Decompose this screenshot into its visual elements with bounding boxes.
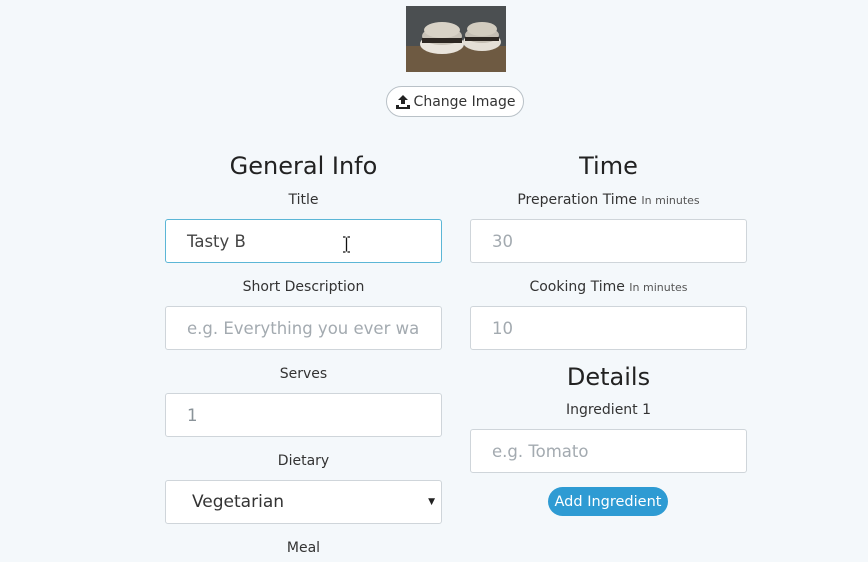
details-heading: Details (566, 363, 651, 391)
serves-input-value: 1 (187, 405, 198, 425)
cooking-time-label-text: Cooking Time (529, 279, 625, 295)
preparation-time-placeholder: 30 (492, 231, 513, 251)
recipe-form-page: Change Image General Info Title Tasty B … (0, 0, 868, 562)
cooking-time-label: Cooking Time In minutes (470, 279, 747, 295)
dietary-select[interactable]: Vegetarian ▼ (165, 480, 442, 524)
caret-down-icon: ▼ (428, 497, 435, 507)
time-heading: Time (579, 152, 638, 180)
change-image-button[interactable]: Change Image (386, 86, 524, 117)
dietary-label: Dietary (277, 453, 330, 469)
cooking-time-placeholder: 10 (492, 318, 513, 338)
ingredient-1-placeholder: e.g. Tomato (492, 441, 589, 461)
recipe-image (406, 6, 506, 72)
preparation-time-label: Preperation Time In minutes (470, 192, 747, 208)
title-label: Title (288, 192, 319, 208)
preparation-time-hint: In minutes (641, 194, 700, 207)
meal-label: Meal (286, 540, 321, 556)
serves-label: Serves (279, 366, 328, 382)
short-description-label: Short Description (242, 279, 365, 295)
title-input[interactable]: Tasty B (165, 219, 442, 263)
text-cursor-icon (342, 236, 351, 253)
preparation-time-label-text: Preperation Time (517, 192, 637, 208)
change-image-label: Change Image (413, 93, 516, 110)
dietary-selected-value: Vegetarian (192, 492, 285, 512)
ingredient-1-input[interactable]: e.g. Tomato (470, 429, 747, 473)
preparation-time-input[interactable]: 30 (470, 219, 747, 263)
short-description-input[interactable]: e.g. Everything you ever wa (165, 306, 442, 350)
ingredient-1-label: Ingredient 1 (565, 402, 652, 418)
add-ingredient-button[interactable]: Add Ingredient (548, 487, 668, 516)
serves-input[interactable]: 1 (165, 393, 442, 437)
cooking-time-input[interactable]: 10 (470, 306, 747, 350)
general-info-heading: General Info (229, 152, 378, 180)
short-description-placeholder: e.g. Everything you ever wa (187, 318, 420, 338)
cooking-time-hint: In minutes (629, 281, 688, 294)
title-input-value: Tasty B (187, 231, 246, 251)
upload-icon (395, 94, 411, 110)
